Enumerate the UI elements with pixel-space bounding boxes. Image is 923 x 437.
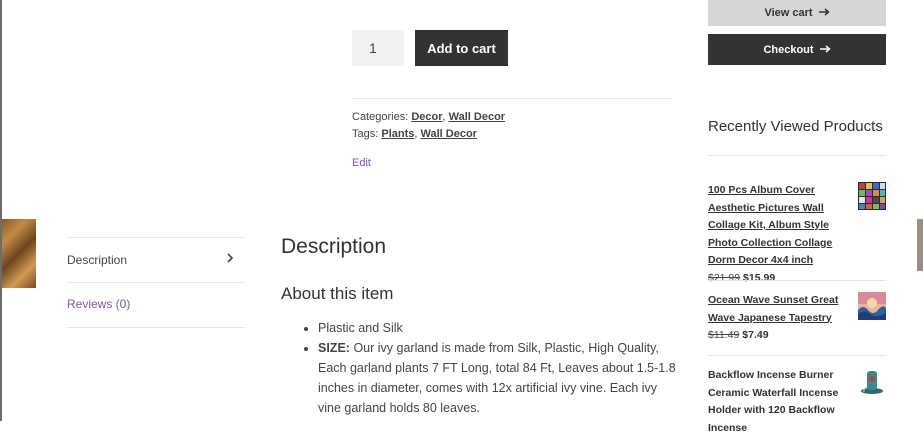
tags-row: Tags: Plants, Wall Decor (352, 128, 477, 140)
feature-list: Plastic and Silk SIZE: Our ivy garland i… (304, 318, 678, 418)
old-price: $21.99 (708, 271, 741, 284)
list-item: 100 Pcs Album Cover Aesthetic Pictures W… (708, 182, 853, 287)
product-thumbnail[interactable] (858, 367, 886, 395)
product-thumbnail[interactable] (858, 292, 886, 320)
tag-link-plants[interactable]: Plants (381, 128, 414, 140)
categories-label: Categories: (352, 111, 409, 123)
arrow-right-icon (818, 7, 830, 19)
about-heading: About this item (281, 284, 394, 303)
list-item: Plastic and Silk (318, 318, 678, 338)
quantity-input[interactable] (352, 30, 404, 66)
tab-description[interactable]: Description (67, 253, 245, 267)
description-heading: Description (281, 235, 387, 258)
list-item: Backflow Incense Burner Ceramic Waterfal… (708, 367, 853, 437)
tab-divider (67, 237, 245, 238)
tag-link-wall-decor[interactable]: Wall Decor (421, 128, 477, 140)
sidebar-divider (708, 355, 886, 356)
product-link[interactable]: Backflow Incense Burner Ceramic Waterfal… (708, 369, 838, 434)
gallery-thumbnail-left[interactable] (2, 219, 36, 288)
tags-label: Tags: (352, 128, 379, 140)
categories-row: Categories: Decor, Wall Decor (352, 111, 506, 123)
list-item: Ocean Wave Sunset Great Wave Japanese Ta… (708, 292, 853, 345)
category-link-wall-decor[interactable]: Wall Decor (449, 111, 505, 123)
old-price: $11.49 (708, 329, 740, 341)
product-thumbnail[interactable] (858, 182, 886, 210)
sale-price: $7.49 (742, 329, 769, 341)
tab-divider (67, 282, 245, 283)
sidebar-divider (708, 155, 886, 156)
list-item: SIZE: Our ivy garland is made from Silk,… (318, 338, 678, 418)
tab-reviews[interactable]: Reviews (0) (67, 297, 245, 311)
tab-divider (67, 327, 245, 328)
recently-viewed-heading: Recently Viewed Products (708, 118, 883, 135)
sale-price: $15.99 (743, 271, 776, 284)
product-link[interactable]: 100 Pcs Album Cover Aesthetic Pictures W… (708, 184, 832, 266)
chevron-right-icon (226, 251, 234, 266)
add-to-cart-button[interactable]: Add to cart (415, 30, 508, 66)
left-edge-border (0, 0, 2, 421)
checkout-button[interactable]: Checkout (708, 34, 886, 65)
sidebar-divider (708, 280, 886, 281)
gallery-thumbnail-right[interactable] (917, 219, 923, 271)
category-link-decor[interactable]: Decor (411, 111, 442, 123)
arrow-right-icon (819, 44, 831, 56)
edit-link[interactable]: Edit (352, 157, 371, 169)
product-link[interactable]: Ocean Wave Sunset Great Wave Japanese Ta… (708, 294, 838, 324)
view-cart-button[interactable]: View cart (708, 0, 886, 26)
divider (352, 98, 672, 99)
